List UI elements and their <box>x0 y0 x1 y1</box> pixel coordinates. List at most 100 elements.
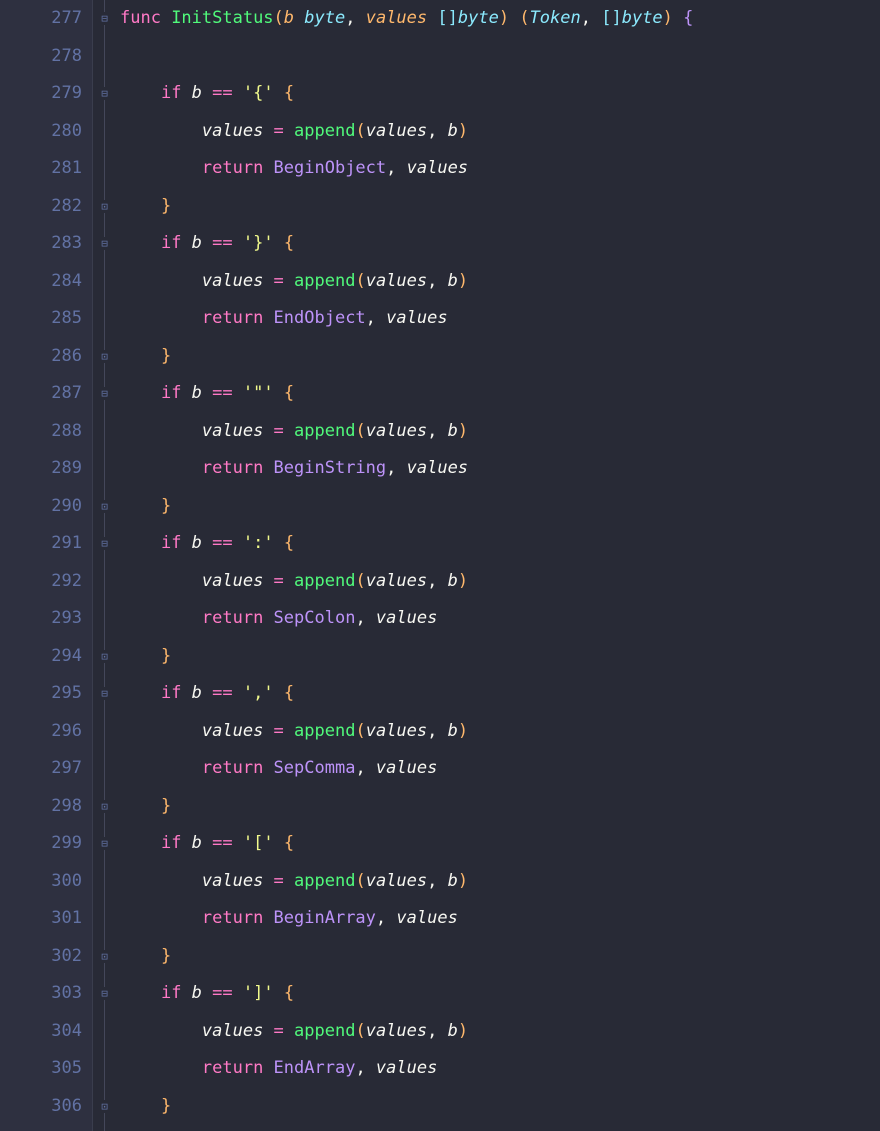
token-sp <box>120 983 161 1003</box>
code-line[interactable]: return EndObject, values <box>120 300 880 338</box>
code-line[interactable]: if b == '"' { <box>120 375 880 413</box>
token-paren1: ( <box>355 1021 365 1041</box>
token-sp <box>120 271 202 291</box>
fold-open-icon[interactable]: ⊟ <box>98 687 111 700</box>
token-ident: values <box>386 308 447 328</box>
token-sp <box>120 533 161 553</box>
code-line[interactable]: } <box>120 938 880 976</box>
token-sp <box>120 571 202 591</box>
token-sp <box>120 1096 161 1116</box>
token-sp <box>120 683 161 703</box>
token-punct <box>274 383 284 403</box>
code-line[interactable]: if b == ',' { <box>120 675 880 713</box>
code-line[interactable]: if b == ':' { <box>120 525 880 563</box>
token-sp <box>120 458 202 478</box>
code-line[interactable]: if b == ']' { <box>120 975 880 1013</box>
fold-open-icon[interactable]: ⊟ <box>98 387 111 400</box>
token-const: BeginObject <box>274 158 387 178</box>
code-line[interactable]: } <box>120 188 880 226</box>
token-comma: , <box>427 121 447 141</box>
code-line[interactable]: return BeginArray, values <box>120 900 880 938</box>
token-paren1: ( <box>355 871 365 891</box>
line-number: 289 <box>0 450 82 488</box>
token-kw: if <box>161 833 192 853</box>
token-type: byte <box>622 8 663 28</box>
token-eq: = <box>274 421 294 441</box>
token-op: == <box>212 833 243 853</box>
code-line[interactable]: } <box>120 1088 880 1126</box>
code-line[interactable]: } <box>120 788 880 826</box>
fold-close-icon[interactable]: ⊡ <box>98 350 111 363</box>
fold-open-icon[interactable]: ⊟ <box>98 237 111 250</box>
code-line[interactable]: if b == '[' { <box>120 825 880 863</box>
token-paren1: ( <box>355 721 365 741</box>
code-line[interactable]: } <box>120 638 880 676</box>
token-comma: , <box>376 908 396 928</box>
fold-open-icon[interactable]: ⊟ <box>98 537 111 550</box>
code-area[interactable]: func InitStatus(b byte, values []byte) (… <box>116 0 880 1131</box>
token-brace2: } <box>161 346 171 366</box>
code-editor[interactable]: 2772782792802812822832842852862872882892… <box>0 0 880 1131</box>
fold-close-icon[interactable]: ⊡ <box>98 800 111 813</box>
fold-close-icon[interactable]: ⊡ <box>98 650 111 663</box>
code-line[interactable]: values = append(values, b) <box>120 563 880 601</box>
code-line[interactable]: return BeginString, values <box>120 450 880 488</box>
token-sp <box>120 1058 202 1078</box>
token-call: append <box>294 571 355 591</box>
code-line[interactable] <box>120 38 880 76</box>
code-line[interactable]: if b == '}' { <box>120 225 880 263</box>
code-line[interactable]: values = append(values, b) <box>120 113 880 151</box>
fold-open-icon[interactable]: ⊟ <box>98 87 111 100</box>
token-sp <box>120 121 202 141</box>
fold-open-icon[interactable]: ⊟ <box>98 837 111 850</box>
token-paren1: ( <box>519 8 529 28</box>
code-line[interactable]: values = append(values, b) <box>120 713 880 751</box>
token-call: append <box>294 121 355 141</box>
token-fn: InitStatus <box>171 8 273 28</box>
token-ident: values <box>202 121 274 141</box>
code-line[interactable]: return BeginObject, values <box>120 150 880 188</box>
token-call: append <box>294 721 355 741</box>
line-number: 290 <box>0 488 82 526</box>
code-line[interactable]: return SepColon, values <box>120 600 880 638</box>
code-line[interactable]: values = append(values, b) <box>120 413 880 451</box>
token-ident: values <box>202 571 274 591</box>
code-line[interactable]: } <box>120 488 880 526</box>
fold-close-icon[interactable]: ⊡ <box>98 1100 111 1113</box>
fold-open-icon[interactable]: ⊟ <box>98 12 111 25</box>
code-line[interactable]: if b == '{' { <box>120 75 880 113</box>
token-kw: return <box>202 908 274 928</box>
code-line[interactable]: values = append(values, b) <box>120 1013 880 1051</box>
token-brace2: { <box>284 233 294 253</box>
code-line[interactable]: return SepComma, values <box>120 750 880 788</box>
line-number-gutter: 2772782792802812822832842852862872882892… <box>0 0 92 1131</box>
token-ident: values <box>366 1021 427 1041</box>
token-comma: , <box>355 758 375 778</box>
token-sp <box>120 383 161 403</box>
fold-column[interactable]: ⊟ ⊟ ⊡ ⊟ ⊡ ⊟ ⊡ ⊟ ⊡ ⊟ ⊡ ⊟ ⊡ ⊟ ⊡ <box>92 0 116 1131</box>
code-line[interactable]: values = append(values, b) <box>120 863 880 901</box>
token-sp <box>120 796 161 816</box>
token-call: append <box>294 421 355 441</box>
fold-close-icon[interactable]: ⊡ <box>98 950 111 963</box>
token-comma: , <box>427 1021 447 1041</box>
token-punct <box>274 233 284 253</box>
fold-open-icon[interactable]: ⊟ <box>98 987 111 1000</box>
token-eq: = <box>274 571 294 591</box>
token-sp <box>120 421 202 441</box>
token-call: append <box>294 871 355 891</box>
fold-close-icon[interactable]: ⊡ <box>98 200 111 213</box>
line-number: 287 <box>0 375 82 413</box>
fold-close-icon[interactable]: ⊡ <box>98 500 111 513</box>
code-line[interactable]: func InitStatus(b byte, values []byte) (… <box>120 0 880 38</box>
code-line[interactable]: } <box>120 338 880 376</box>
code-line[interactable]: values = append(values, b) <box>120 263 880 301</box>
token-op: == <box>212 83 243 103</box>
line-number: 302 <box>0 938 82 976</box>
code-line[interactable]: return EndArray, values <box>120 1050 880 1088</box>
token-const: EndObject <box>274 308 366 328</box>
token-ident: b <box>448 871 458 891</box>
token-str: '}' <box>243 233 274 253</box>
token-comma: , <box>355 1058 375 1078</box>
token-str: ',' <box>243 683 274 703</box>
